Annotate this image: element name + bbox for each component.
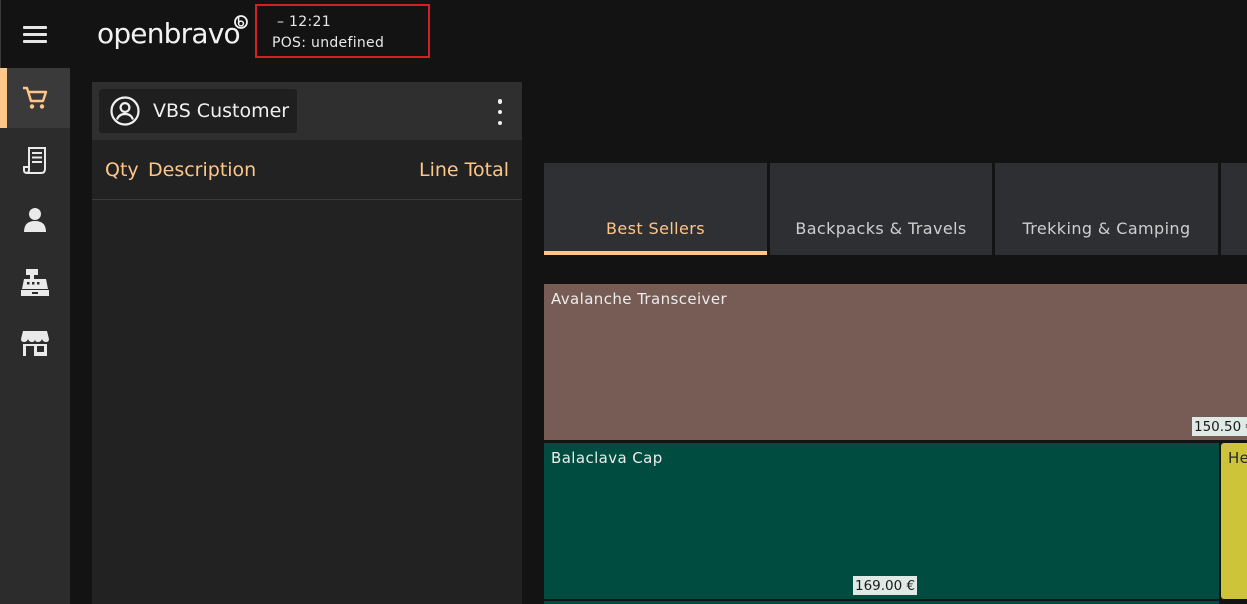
product-name: He: [1228, 449, 1247, 467]
account-circle-icon: [110, 96, 140, 126]
nav-item-cart[interactable]: [0, 68, 70, 128]
navigation-rail: [0, 68, 70, 604]
ticket-header: VBS Customer: [92, 82, 522, 140]
pos-screen: openbravo – 12:21 POS: undefined VBS Cus…: [0, 0, 1247, 604]
tab-trekking-camping[interactable]: Trekking & Camping: [995, 163, 1218, 255]
openbravo-logo: openbravo: [97, 15, 248, 50]
ticket-lines: [92, 200, 522, 604]
person-icon: [24, 208, 46, 232]
product-tile[interactable]: Balaclava Cap 169.00 €: [544, 443, 1219, 599]
cart-icon: [23, 86, 48, 109]
customer-name: VBS Customer: [153, 100, 290, 122]
nav-item-store[interactable]: [0, 313, 70, 373]
tab-next[interactable]: [1221, 163, 1247, 255]
pos-label: POS: undefined: [272, 35, 385, 51]
description-header: Description: [148, 159, 257, 181]
product-name: Balaclava Cap: [551, 449, 663, 467]
ticket-column-header: Qty Description Line Total: [92, 140, 522, 200]
customer-button[interactable]: VBS Customer: [99, 89, 297, 133]
clock-label: – 12:21: [277, 14, 331, 30]
more-options-icon[interactable]: [490, 99, 510, 125]
tab-backpacks-travels[interactable]: Backpacks & Travels: [770, 163, 992, 255]
product-price: 150.50 €: [1192, 417, 1247, 436]
tab-label: Backpacks & Travels: [795, 219, 967, 238]
store-icon: [21, 331, 49, 356]
qty-header: Qty: [105, 159, 139, 181]
nav-item-customers[interactable]: [0, 190, 70, 250]
cash-register-icon: [21, 269, 49, 296]
product-tile[interactable]: Avalanche Transceiver 150.50 €: [544, 284, 1247, 440]
product-tile[interactable]: He: [1221, 443, 1247, 599]
ticket-panel: VBS Customer Qty Description Line Total: [92, 82, 522, 604]
line-total-header: Line Total: [418, 159, 509, 181]
receipt-icon: [23, 147, 46, 174]
tab-label: Best Sellers: [606, 219, 705, 238]
menu-icon[interactable]: [20, 22, 50, 46]
product-name: Avalanche Transceiver: [551, 290, 728, 308]
terminal-info: – 12:21 POS: undefined: [255, 4, 430, 58]
svg-text:openbravo: openbravo: [97, 17, 240, 50]
nav-item-receipts[interactable]: [0, 130, 70, 190]
tab-label: Trekking & Camping: [1022, 219, 1191, 238]
tab-best-sellers[interactable]: Best Sellers: [544, 163, 767, 255]
product-price: 169.00 €: [853, 576, 918, 595]
nav-item-cash-management[interactable]: [0, 252, 70, 312]
